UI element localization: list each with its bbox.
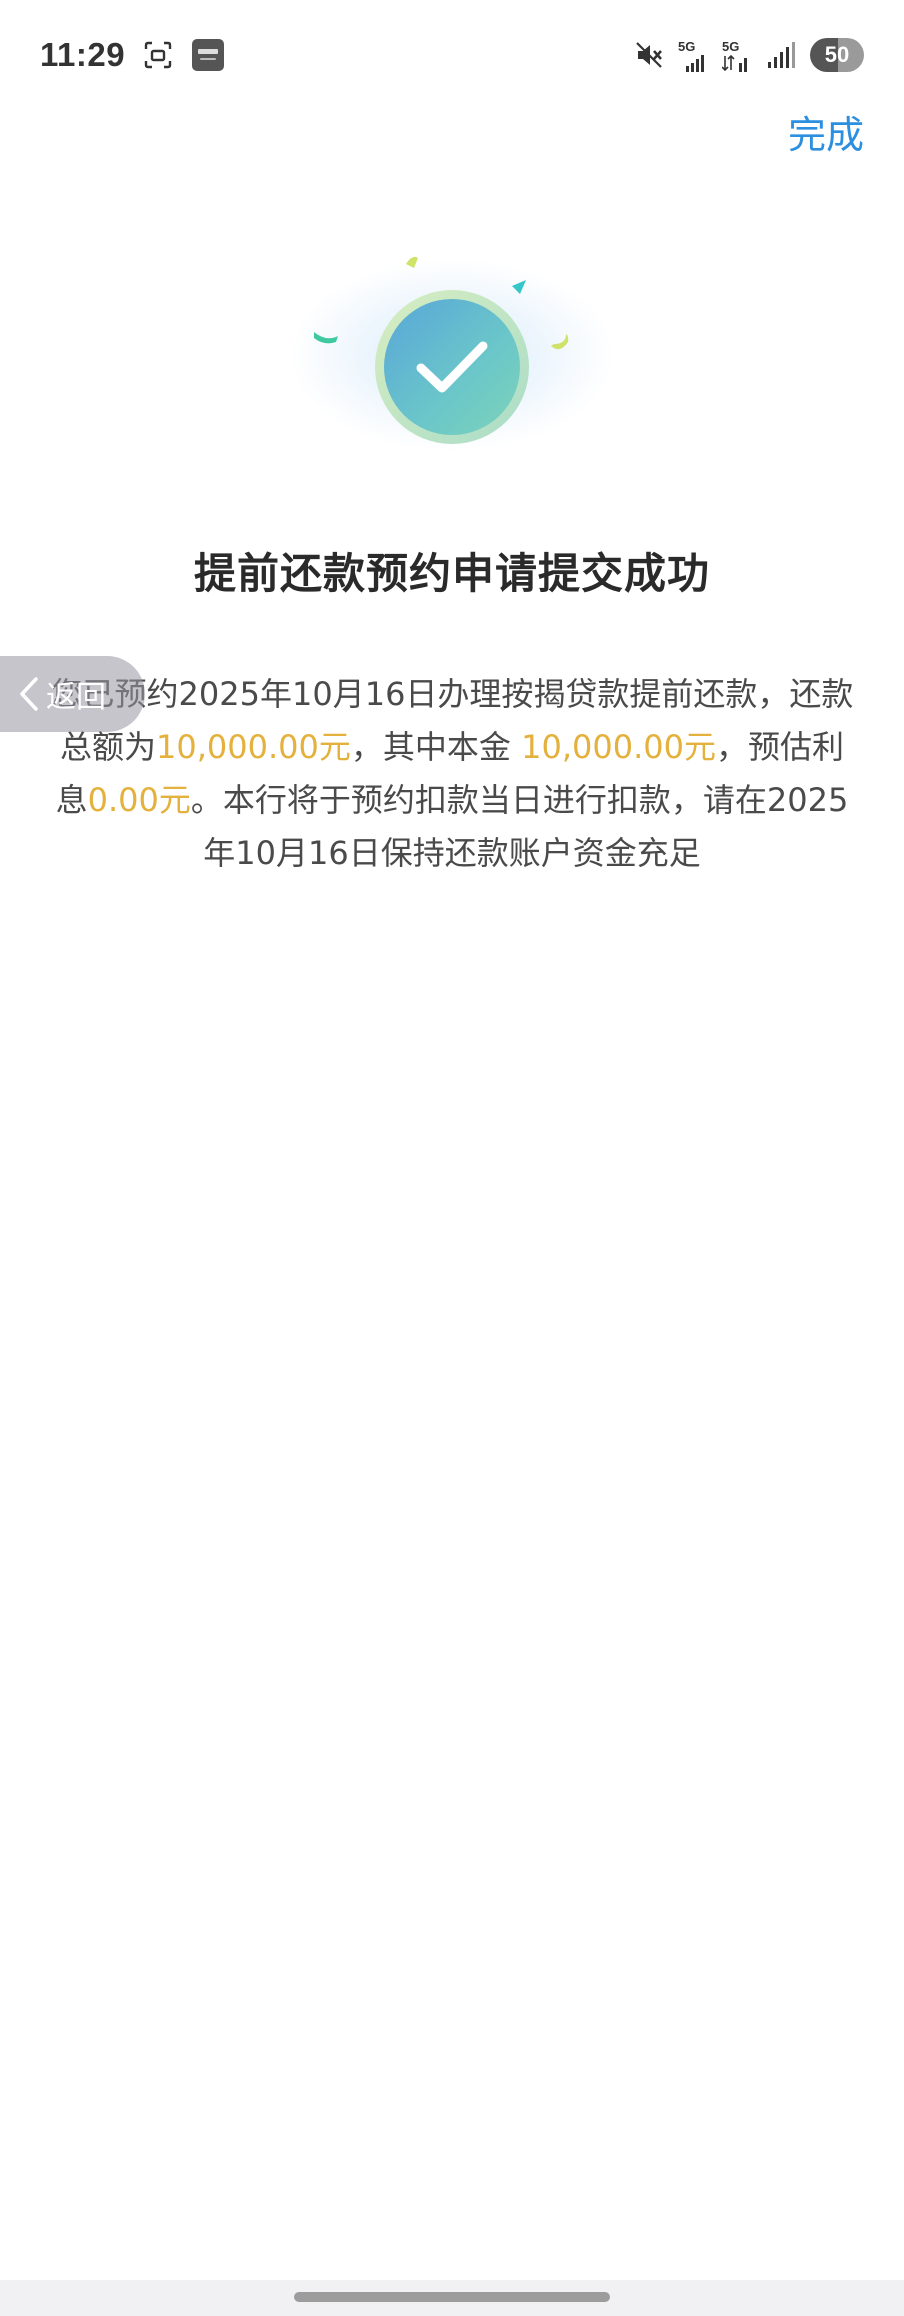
signal-label-2: 5G xyxy=(722,38,740,54)
description-part4: 。本行将于预约扣款当日进行扣款，请在2025年10月16日保持还款账户资金充足 xyxy=(190,781,849,872)
total-amount: 10,000.00元 xyxy=(156,728,351,766)
home-indicator[interactable] xyxy=(294,2292,610,2302)
status-left: 11:29 xyxy=(40,36,225,74)
floating-back-label: 返回 xyxy=(46,680,106,715)
confetti-top-icon xyxy=(406,256,418,268)
mute-icon xyxy=(634,40,664,70)
signal-bars-icon xyxy=(766,42,796,68)
confetti-left-icon xyxy=(314,332,338,344)
navigation-bar xyxy=(0,2280,904,2316)
success-check-inner xyxy=(384,299,520,435)
signal-5g-icon-1: 5G xyxy=(678,39,708,72)
chevron-left-icon xyxy=(20,677,38,711)
confetti-right-icon xyxy=(551,334,569,350)
principal-amount: 10,000.00元 xyxy=(521,728,716,766)
success-illustration xyxy=(272,230,632,470)
page: 11:29 5G 5G 50 完成 提前还款预约申请提交成功 您已预约2025年… xyxy=(0,0,904,2316)
screenshot-icon xyxy=(143,40,173,70)
confetti-right-top-icon xyxy=(512,280,526,294)
status-right: 5G 5G 50 xyxy=(634,38,864,72)
page-title: 提前还款预约申请提交成功 xyxy=(193,549,710,598)
checkmark-icon xyxy=(416,341,488,393)
signal-label-1: 5G xyxy=(678,38,696,54)
description-text: 您已预约2025年10月16日办理按揭贷款提前还款，还款总额为10,000.00… xyxy=(50,668,854,880)
app-notification-icon xyxy=(191,38,225,72)
status-time: 11:29 xyxy=(40,36,126,73)
done-button[interactable]: 完成 xyxy=(788,104,864,159)
floating-back-button[interactable]: 返回 xyxy=(0,656,145,732)
interest-amount: 0.00元 xyxy=(87,781,191,819)
battery-indicator: 50 xyxy=(810,38,864,72)
signal-5g-icon-2: 5G xyxy=(722,39,752,72)
description-part2: ，其中本金 xyxy=(350,728,522,766)
success-check-badge xyxy=(375,290,529,444)
status-bar: 11:29 5G 5G 50 xyxy=(0,0,904,110)
